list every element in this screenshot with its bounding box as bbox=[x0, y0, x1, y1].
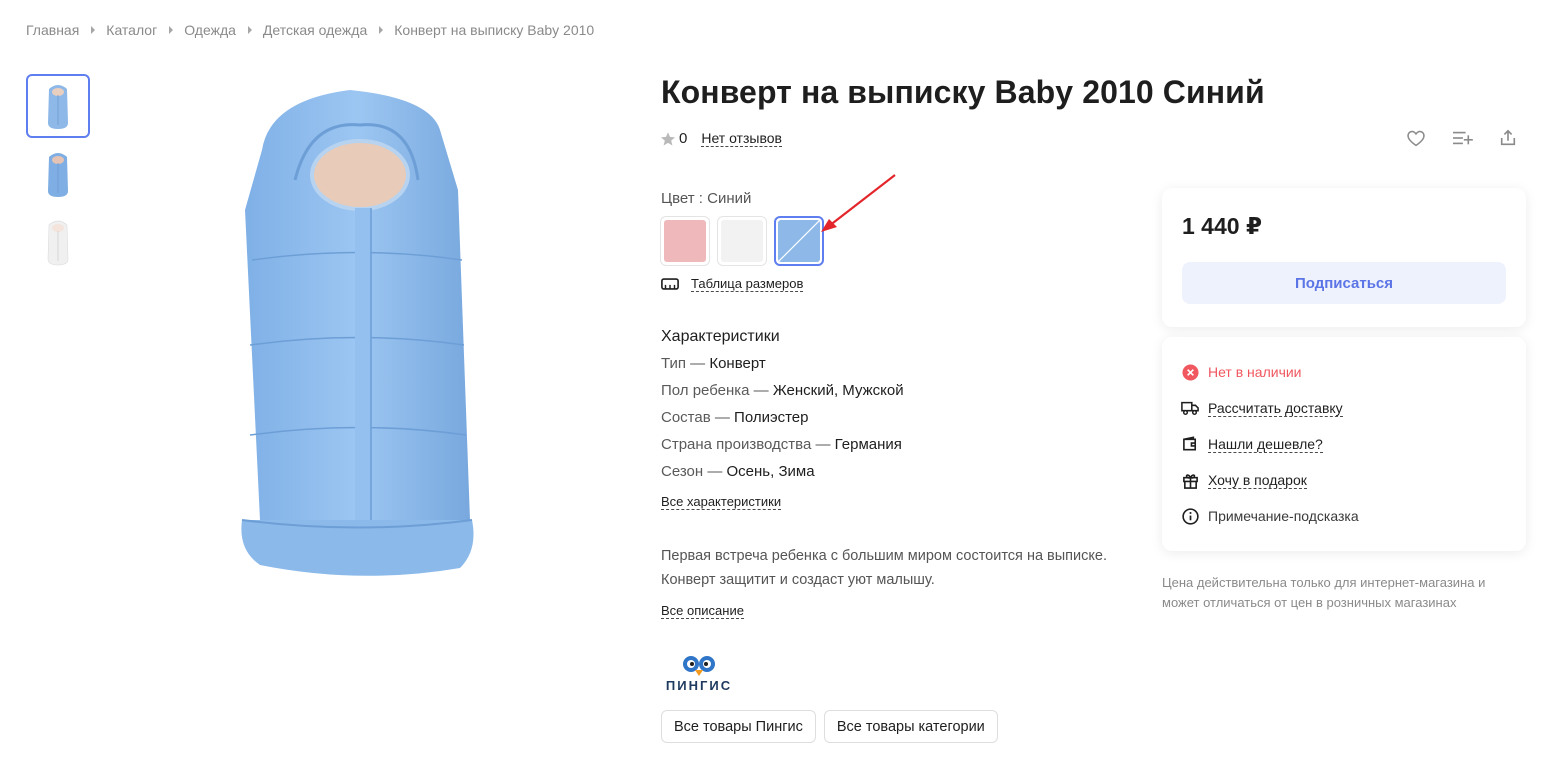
breadcrumb-catalog[interactable]: Каталог bbox=[106, 22, 157, 38]
breadcrumb-kids-clothing[interactable]: Детская одежда bbox=[263, 22, 367, 38]
truck-icon bbox=[1181, 399, 1199, 417]
stock-status: Нет в наличии bbox=[1181, 363, 1302, 381]
all-brand-products-button[interactable]: Все товары Пингис bbox=[661, 710, 816, 743]
ruler-icon bbox=[661, 278, 679, 290]
breadcrumb-current: Конверт на выписку Baby 2010 bbox=[394, 22, 595, 38]
found-cheaper-link[interactable]: Нашли дешевле? bbox=[1208, 436, 1323, 453]
thumbnail-gallery bbox=[26, 74, 90, 278]
size-table-link-block: Таблица размеров bbox=[661, 276, 804, 292]
breadcrumb-separator-icon bbox=[247, 26, 252, 34]
stock-status-label: Нет в наличии bbox=[1208, 364, 1302, 380]
color-swatches bbox=[660, 216, 824, 266]
description-line-1: Первая встреча ребенка с большим миром с… bbox=[661, 548, 1107, 564]
rating-count: 0 bbox=[679, 130, 688, 147]
description-line-2: Конверт защитит и создаст уют малышу. bbox=[661, 572, 935, 588]
breadcrumb-separator-icon bbox=[169, 26, 174, 34]
star-icon bbox=[661, 131, 675, 145]
reviews-link[interactable]: Нет отзывов bbox=[701, 130, 782, 147]
cheaper-row: Нашли дешевле? bbox=[1181, 435, 1323, 453]
spec-row: Состав — Полиэстер bbox=[661, 409, 809, 426]
info-circle-icon[interactable] bbox=[1181, 507, 1199, 525]
note-hint-label: Примечание-подсказка bbox=[1208, 508, 1359, 524]
breadcrumb: Главная Каталог Одежда Детская одежда Ко… bbox=[26, 22, 594, 38]
size-table-link[interactable]: Таблица размеров bbox=[691, 276, 804, 292]
breadcrumb-home[interactable]: Главная bbox=[26, 22, 79, 38]
thumbnail-white[interactable] bbox=[26, 210, 90, 274]
delivery-row: Рассчитать доставку bbox=[1181, 399, 1343, 417]
price-disclaimer: Цена действительна только для интернет-м… bbox=[1162, 575, 1486, 610]
all-category-products-button[interactable]: Все товары категории bbox=[823, 710, 998, 743]
product-description: Первая встреча ребенка с большим миром с… bbox=[661, 544, 1161, 592]
brand-logo[interactable]: ПИНГИС bbox=[663, 652, 735, 694]
gift-icon bbox=[1181, 471, 1199, 489]
spec-row: Тип — Конверт bbox=[661, 355, 766, 372]
annotation-arrow-icon bbox=[821, 174, 896, 232]
thumbnail-blue-1[interactable] bbox=[26, 74, 90, 138]
share-icon[interactable] bbox=[1496, 126, 1520, 150]
spec-row: Страна производства — Германия bbox=[661, 436, 902, 453]
product-price: 1 440 ₽ bbox=[1182, 213, 1262, 239]
brand-buttons: Все товары Пингис Все товары категории bbox=[661, 710, 998, 743]
wallet-icon bbox=[1181, 435, 1199, 453]
wish-gift-link[interactable]: Хочу в подарок bbox=[1208, 472, 1307, 489]
swatch-pink[interactable] bbox=[660, 216, 710, 266]
all-specs-link[interactable]: Все характеристики bbox=[661, 494, 782, 510]
error-circle-icon bbox=[1181, 363, 1199, 381]
spec-row: Сезон — Осень, Зима bbox=[661, 463, 815, 480]
product-main-image[interactable] bbox=[200, 80, 520, 580]
calculate-delivery-link[interactable]: Рассчитать доставку bbox=[1208, 400, 1343, 417]
breadcrumb-separator-icon bbox=[91, 26, 96, 34]
specs-section: Характеристики Тип — Конверт Пол ребенка… bbox=[661, 328, 904, 490]
favorite-heart-icon[interactable] bbox=[1404, 126, 1428, 150]
thumbnail-blue-2[interactable] bbox=[26, 142, 90, 206]
note-row: Примечание-подсказка bbox=[1181, 507, 1359, 525]
swatch-white[interactable] bbox=[717, 216, 767, 266]
compare-list-icon[interactable] bbox=[1450, 126, 1474, 150]
availability-card: Нет в наличии Рассчитать доставку Нашли … bbox=[1162, 337, 1526, 551]
breadcrumb-separator-icon bbox=[379, 26, 384, 34]
gift-row: Хочу в подарок bbox=[1181, 471, 1307, 489]
spec-row: Пол ребенка — Женский, Мужской bbox=[661, 382, 904, 399]
product-actions bbox=[1404, 126, 1542, 150]
specs-heading: Характеристики bbox=[661, 328, 780, 345]
all-description-link[interactable]: Все описание bbox=[661, 603, 744, 619]
breadcrumb-clothing[interactable]: Одежда bbox=[184, 22, 236, 38]
rating-block: 0 Нет отзывов bbox=[660, 130, 782, 147]
color-label: Цвет : Синий bbox=[661, 190, 752, 207]
price-card: 1 440 ₽ Подписаться bbox=[1162, 188, 1526, 327]
subscribe-button[interactable]: Подписаться bbox=[1182, 262, 1506, 304]
brand-name: ПИНГИС bbox=[666, 678, 732, 693]
product-title: Конверт на выписку Baby 2010 Синий bbox=[661, 74, 1265, 110]
